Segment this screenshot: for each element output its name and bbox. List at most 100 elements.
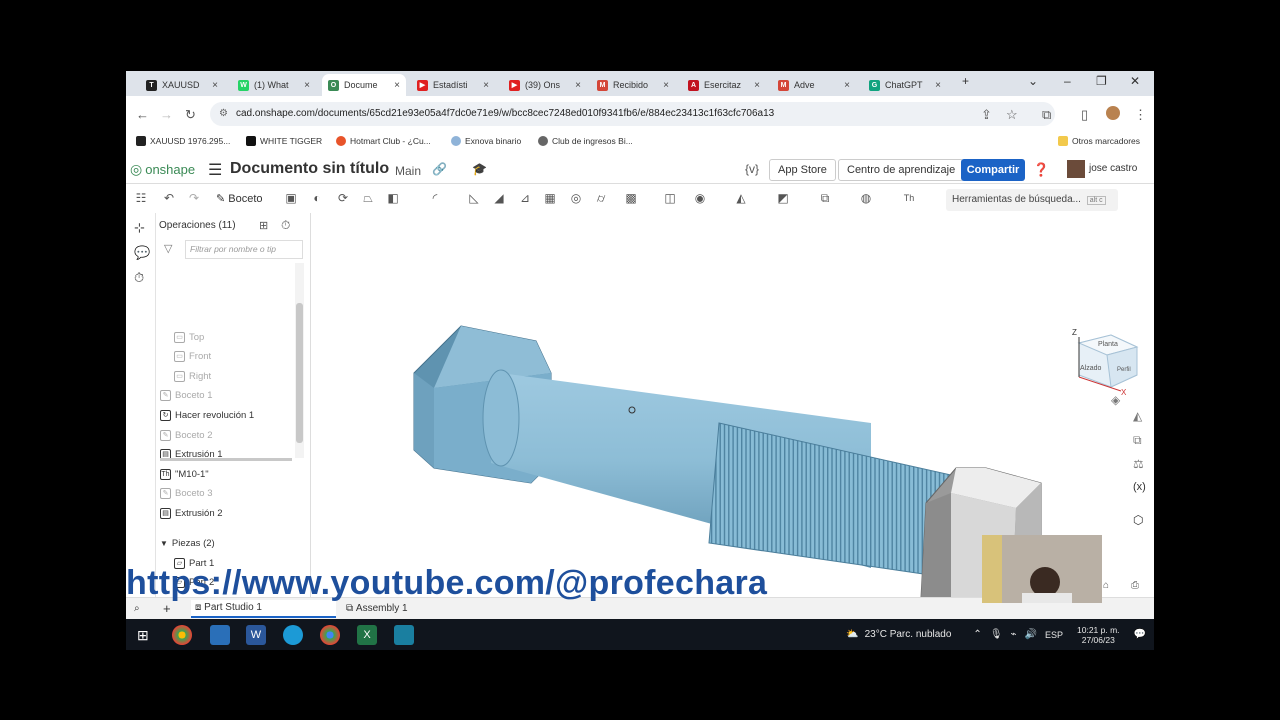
weather-text[interactable]: 23°C Parc. nublado xyxy=(865,629,952,640)
close-tab-icon[interactable]: × xyxy=(935,80,941,91)
filter-icon[interactable]: ▽ xyxy=(164,242,172,255)
mass-icon[interactable]: ⚖ xyxy=(1133,457,1144,471)
network-icon[interactable]: ⌁ xyxy=(1011,629,1017,640)
section-icon[interactable]: ◭ xyxy=(734,191,748,205)
draft-icon[interactable]: ◢ xyxy=(492,191,506,205)
browser-tab[interactable]: ▶ Estadísti × xyxy=(411,74,495,96)
rollback-icon[interactable]: ⏱ xyxy=(281,218,290,233)
browser-tab[interactable]: G ChatGPT × xyxy=(863,74,947,96)
notification-icon[interactable]: 💬 xyxy=(1134,629,1146,640)
link-icon[interactable]: 🔗 xyxy=(432,162,447,176)
loft-icon[interactable]: ⏢ xyxy=(361,191,375,205)
browser-tab[interactable]: M Recibido × xyxy=(591,74,675,96)
share-page-icon[interactable]: ⇪ xyxy=(981,107,992,123)
print-icon[interactable]: ⎙ xyxy=(1131,580,1139,591)
hole-icon[interactable]: ◎ xyxy=(569,191,583,205)
chevron-up-icon[interactable]: ⌃ xyxy=(973,629,981,640)
browser-tab[interactable]: ▶ (39) Ons × xyxy=(503,74,587,96)
volume-icon[interactable]: 🔊 xyxy=(1025,629,1037,640)
restore-icon[interactable]: ❐ xyxy=(1096,74,1107,88)
mic-icon[interactable]: 🎙 xyxy=(990,629,1003,640)
start-icon[interactable]: ⊞ xyxy=(137,627,149,644)
language[interactable]: ESP xyxy=(1045,630,1063,640)
user-avatar[interactable] xyxy=(1067,160,1085,178)
filter-input[interactable]: Filtrar por nombre o tip xyxy=(185,240,303,259)
bookmark-item[interactable]: WHITE TIGGER xyxy=(246,136,322,146)
feature-item[interactable]: ↻ Hacer revolución 1 xyxy=(160,406,254,424)
browser-tab[interactable]: T XAUUSD × xyxy=(140,74,224,96)
history-icon[interactable]: ⏱ xyxy=(134,270,144,286)
feature-item[interactable]: ▤ Extrusión 2 xyxy=(160,504,223,522)
sidebar-icon[interactable]: ▯ xyxy=(1081,107,1088,123)
profile-avatar[interactable] xyxy=(1106,106,1120,120)
feature-item[interactable]: ▭ Front xyxy=(174,348,211,366)
thread-icon[interactable]: Th xyxy=(902,191,916,205)
share-button[interactable]: Compartir xyxy=(961,159,1025,181)
undo-icon[interactable]: ↶ xyxy=(162,191,176,205)
extensions-icon[interactable]: ⧉ xyxy=(1042,107,1051,123)
view-mode-icon[interactable]: ◈ xyxy=(1111,393,1120,407)
search-tools-field[interactable]: Herramientas de búsqueda... alt c xyxy=(946,189,1118,211)
revolve-icon[interactable]: ◐ xyxy=(310,191,324,205)
sketch-button[interactable]: ✎ Boceto xyxy=(216,192,263,205)
bookmark-item[interactable]: Club de ingresos Bi... xyxy=(538,136,633,146)
new-tab-icon[interactable]: + xyxy=(962,74,969,88)
browser-tab[interactable]: O Docume × xyxy=(322,74,406,96)
feature-item[interactable]: ▭ Top xyxy=(174,328,204,346)
word-icon[interactable]: W xyxy=(246,625,266,645)
extrude-icon[interactable]: ▣ xyxy=(284,191,298,205)
url-field[interactable]: ⚙ cad.onshape.com/documents/65cd21e93e05… xyxy=(210,102,1055,126)
feature-item[interactable]: Th "M10-1" xyxy=(160,465,209,483)
file-explorer-icon[interactable] xyxy=(210,625,230,645)
close-tab-icon[interactable]: × xyxy=(304,80,310,91)
pattern-icon[interactable]: ▩ xyxy=(624,191,638,205)
rename-icon[interactable]: ⌂ xyxy=(1103,580,1109,591)
mirror-icon[interactable]: ◫ xyxy=(663,191,677,205)
chrome-icon[interactable] xyxy=(172,625,192,645)
site-info-icon[interactable]: ⚙ xyxy=(219,102,228,126)
appearance-icon[interactable]: ◭ xyxy=(1133,409,1142,423)
onshape-logo[interactable]: ◎ onshape xyxy=(130,161,195,178)
forward-icon[interactable]: → xyxy=(160,107,173,122)
learning-center-button[interactable]: Centro de aprendizaje xyxy=(838,159,965,181)
bookmark-star-icon[interactable]: ☆ xyxy=(1006,107,1018,123)
bookmark-item[interactable]: XAUUSD 1976.295... xyxy=(136,136,230,146)
view-cube-top[interactable]: Planta xyxy=(1098,341,1118,348)
feature-item[interactable]: ✎ Boceto 3 xyxy=(160,485,213,503)
browser-tab[interactable]: M Adve × xyxy=(772,74,856,96)
redo-icon[interactable]: ↷ xyxy=(187,191,201,205)
close-tab-icon[interactable]: × xyxy=(483,80,489,91)
tab-search-icon[interactable]: ⌄ xyxy=(1028,74,1038,88)
variables-panel-icon[interactable]: (x) xyxy=(1133,481,1146,493)
feature-item[interactable]: ✎ Boceto 2 xyxy=(160,426,213,444)
menu-icon[interactable]: ⋮ xyxy=(1134,107,1147,123)
shell-icon[interactable]: ▦ xyxy=(543,191,557,205)
user-name[interactable]: jose castro xyxy=(1089,163,1137,174)
rib-icon[interactable]: ⊿ xyxy=(518,191,532,205)
add-folder-icon[interactable]: ⊞ xyxy=(259,219,268,232)
other-bookmarks[interactable]: Otros marcadores xyxy=(1058,136,1140,146)
reload-icon[interactable]: ↻ xyxy=(185,107,196,123)
chrome-active-icon[interactable] xyxy=(320,625,340,645)
close-tab-icon[interactable]: × xyxy=(754,80,760,91)
hamburger-icon[interactable]: ☰ xyxy=(208,160,222,180)
browser-tab[interactable]: W (1) What × xyxy=(232,74,316,96)
insert-icon[interactable]: ⊹ xyxy=(134,220,145,236)
graduation-icon[interactable]: 🎓 xyxy=(472,162,487,176)
close-window-icon[interactable]: ✕ xyxy=(1130,74,1140,88)
close-tab-icon[interactable]: × xyxy=(844,80,850,91)
close-tab-icon[interactable]: × xyxy=(575,80,581,91)
boolean-icon[interactable]: ◍ xyxy=(859,191,873,205)
plane-icon[interactable]: ◩ xyxy=(776,191,790,205)
document-title[interactable]: Documento sin título xyxy=(230,160,389,178)
cube-icon[interactable]: ⬡ xyxy=(1133,513,1143,527)
scrollbar-thumb[interactable] xyxy=(296,303,303,443)
branch-name[interactable]: Main xyxy=(395,164,421,178)
close-tab-icon[interactable]: × xyxy=(394,80,400,91)
feature-scrollbar[interactable] xyxy=(295,263,304,458)
comments-icon[interactable]: 💬 xyxy=(134,245,150,261)
bookmark-item[interactable]: Exnova binario xyxy=(451,136,521,146)
excel-icon[interactable]: X xyxy=(357,625,377,645)
bookmark-item[interactable]: Hotmart Club - ¿Cu... xyxy=(336,136,431,146)
view-icon[interactable]: ◉ xyxy=(693,191,707,205)
